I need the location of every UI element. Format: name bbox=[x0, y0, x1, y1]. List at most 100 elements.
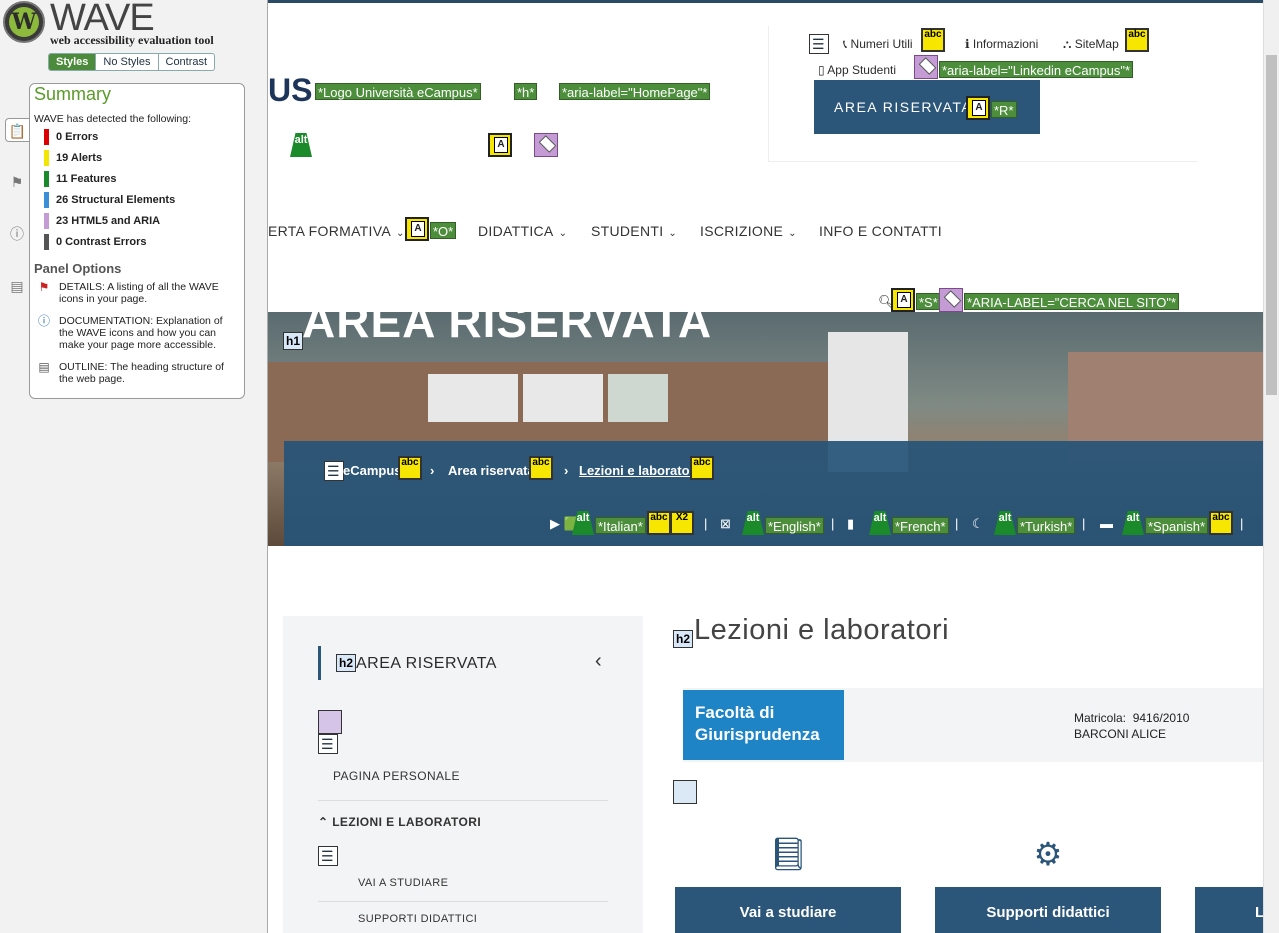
list-icon bbox=[809, 34, 829, 54]
alt-icon: alt bbox=[1122, 511, 1144, 535]
breadcrumb-ecampus[interactable]: eCampus bbox=[343, 463, 402, 478]
flag-icon[interactable]: ⚑ bbox=[5, 170, 29, 194]
count-structural[interactable]: 26 Structural Elements bbox=[44, 192, 175, 208]
breadcrumb-separator: › bbox=[430, 463, 435, 478]
summary-panel: Summary WAVE has detected the following:… bbox=[29, 83, 245, 399]
wave-label-english[interactable]: *English* bbox=[765, 517, 824, 534]
chevron-down-icon: ⌄ bbox=[788, 228, 797, 239]
separator: | bbox=[1240, 516, 1244, 531]
wave-label-r: *R* bbox=[991, 101, 1017, 118]
nav-info-contatti[interactable]: INFO E CONTATTI bbox=[819, 223, 942, 239]
chevron-left-icon[interactable]: ‹ bbox=[595, 650, 602, 673]
link-sitemap[interactable]: ⛬ SiteMap bbox=[1063, 37, 1119, 52]
link-informazioni[interactable]: ℹ Informazioni bbox=[965, 37, 1038, 51]
logo-fragment[interactable]: US bbox=[268, 72, 312, 109]
info-icon: ⓘ bbox=[37, 314, 50, 328]
count-contrast[interactable]: 0 Contrast Errors bbox=[44, 234, 146, 250]
alt-icon: alt bbox=[572, 511, 594, 535]
accesskey-icon bbox=[405, 217, 429, 241]
wave-label-french[interactable]: *French* bbox=[892, 517, 949, 534]
uk-flag-icon: ⊠ bbox=[720, 516, 731, 531]
count-alerts[interactable]: 19 Alerts bbox=[44, 150, 102, 166]
hero-banner: AREA RISERVATA eCampus abc › Area riserv… bbox=[268, 312, 1264, 546]
wave-label-s: *S* bbox=[916, 293, 941, 310]
info-icon[interactable]: ⓘ bbox=[5, 222, 29, 246]
breadcrumb-current[interactable]: Lezioni e laboratori bbox=[579, 463, 698, 478]
nav-iscrizione[interactable]: ISCRIZIONE ⌄ bbox=[700, 223, 797, 239]
option-documentation[interactable]: ⓘ DOCUMENTATION: Explanation of the WAVE… bbox=[34, 315, 239, 351]
separator: | bbox=[704, 516, 708, 531]
spain-flag-icon: ▬ bbox=[1100, 516, 1113, 531]
nav-didattica[interactable]: DIDATTICA ⌄ bbox=[478, 223, 567, 239]
sidebar-item-lezioni[interactable]: ⌃ LEZIONI E LABORATORI bbox=[318, 815, 481, 829]
content-title: Lezioni e laboratori bbox=[694, 614, 950, 646]
chevron-down-icon: ⌄ bbox=[668, 228, 678, 239]
wave-label-logo: *Logo Università eCampus* bbox=[315, 83, 481, 100]
wave-subtitle: web accessibility evaluation tool bbox=[50, 33, 214, 47]
alt-icon: alt bbox=[290, 133, 312, 157]
nav-studenti[interactable]: STUDENTI ⌄ bbox=[591, 223, 677, 239]
option-outline[interactable]: ▤ OUTLINE: The heading structure of the … bbox=[34, 361, 239, 385]
sidebar-title: AREA RISERVATA bbox=[356, 655, 497, 672]
abc-icon: abc bbox=[1125, 28, 1149, 52]
sidebar-item-vai-a-studiare[interactable]: VAI A STUDIARE bbox=[358, 877, 448, 889]
form-icon bbox=[673, 780, 697, 804]
detected-text: WAVE has detected the following: bbox=[34, 113, 192, 125]
sidebar-item-pagina-personale[interactable]: PAGINA PERSONALE bbox=[333, 769, 460, 783]
book-icon: 📘︎ bbox=[768, 836, 809, 872]
supporti-didattici-button[interactable]: Supporti didattici bbox=[935, 887, 1161, 933]
scrollbar-thumb[interactable] bbox=[1266, 55, 1277, 395]
link-numeri-utili[interactable]: 📞︎ Numeri Utili bbox=[843, 37, 913, 52]
wave-label-spanish[interactable]: *Spanish* bbox=[1145, 517, 1209, 534]
wave-label-linkedin: *aria-label="Linkedin eCampus"* bbox=[939, 61, 1134, 78]
gear-icon: ⚙ bbox=[1033, 836, 1063, 872]
tab-no-styles[interactable]: No Styles bbox=[95, 54, 157, 70]
count-aria[interactable]: 23 HTML5 and ARIA bbox=[44, 213, 160, 229]
list-icon bbox=[324, 461, 344, 481]
link-app-studenti[interactable]: ▯ App Studenti bbox=[818, 63, 896, 77]
list-icon bbox=[318, 846, 338, 866]
region-icon bbox=[318, 710, 342, 734]
wave-label-turkish[interactable]: *Turkish* bbox=[1017, 517, 1076, 534]
alt-icon: alt bbox=[994, 511, 1016, 535]
abc-icon: abc bbox=[921, 28, 945, 52]
student-info-row: Facoltà di Giurisprudenza Matricola: 941… bbox=[683, 688, 1279, 762]
flag-icon: ⚑ bbox=[38, 280, 50, 294]
breadcrumb-band: eCampus abc › Area riservata abc › Lezio… bbox=[284, 441, 1264, 546]
alt-icon: alt bbox=[869, 511, 891, 535]
wave-view-tabs: Styles No Styles Contrast bbox=[48, 53, 216, 71]
france-flag-icon: ▮ bbox=[847, 516, 855, 531]
wave-label-h: *h* bbox=[514, 83, 538, 100]
option-details[interactable]: ⚑ DETAILS: A listing of all the WAVE ico… bbox=[34, 281, 239, 305]
document-icon[interactable]: ▤ bbox=[5, 274, 29, 298]
breadcrumb-area-riservata[interactable]: Area riservata bbox=[448, 463, 535, 478]
abc-icon: abc bbox=[529, 456, 553, 480]
h2-icon: h2 bbox=[336, 654, 356, 672]
chevron-down-icon: ⌄ bbox=[558, 228, 568, 239]
clipboard-icon[interactable]: 📋 bbox=[5, 118, 29, 142]
document-icon: ▤ bbox=[38, 360, 50, 374]
tab-contrast[interactable]: Contrast bbox=[157, 54, 215, 70]
section-sidebar: h2 AREA RISERVATA ‹ PAGINA PERSONALE ⌃ L… bbox=[283, 616, 643, 933]
chevron-down-icon: ⌄ bbox=[395, 228, 405, 239]
page-scrollbar[interactable] bbox=[1263, 0, 1279, 933]
aria-tag-icon bbox=[939, 288, 963, 312]
chevron-up-icon: ⌃ bbox=[318, 815, 333, 829]
third-card-button[interactable]: L bbox=[1195, 887, 1265, 933]
web-page: US *Logo Università eCampus* *h* *aria-l… bbox=[268, 0, 1279, 933]
separator: | bbox=[831, 516, 835, 531]
accesskey-icon bbox=[966, 96, 990, 120]
nav-offerta-formativa[interactable]: ERTA FORMATIVA ⌄ bbox=[268, 223, 405, 239]
mobile-icon: ▯ bbox=[818, 63, 828, 77]
count-errors[interactable]: 0 Errors bbox=[44, 129, 98, 145]
abc-icon: abc bbox=[398, 456, 422, 480]
count-features[interactable]: 11 Features bbox=[44, 171, 117, 187]
sidebar-item-supporti-didattici[interactable]: SUPPORTI DIDATTICI bbox=[358, 913, 477, 925]
tab-styles[interactable]: Styles bbox=[49, 54, 96, 70]
aria-tag-icon bbox=[914, 55, 938, 79]
vai-a-studiare-button[interactable]: Vai a studiare bbox=[675, 887, 901, 933]
sitemap-icon: ⛬ bbox=[1063, 37, 1075, 51]
page-title: AREA RISERVATA bbox=[302, 312, 713, 347]
wave-logo: W bbox=[3, 1, 45, 43]
student-info: Matricola: 9416/2010 BARCONI ALICE bbox=[1074, 711, 1190, 741]
